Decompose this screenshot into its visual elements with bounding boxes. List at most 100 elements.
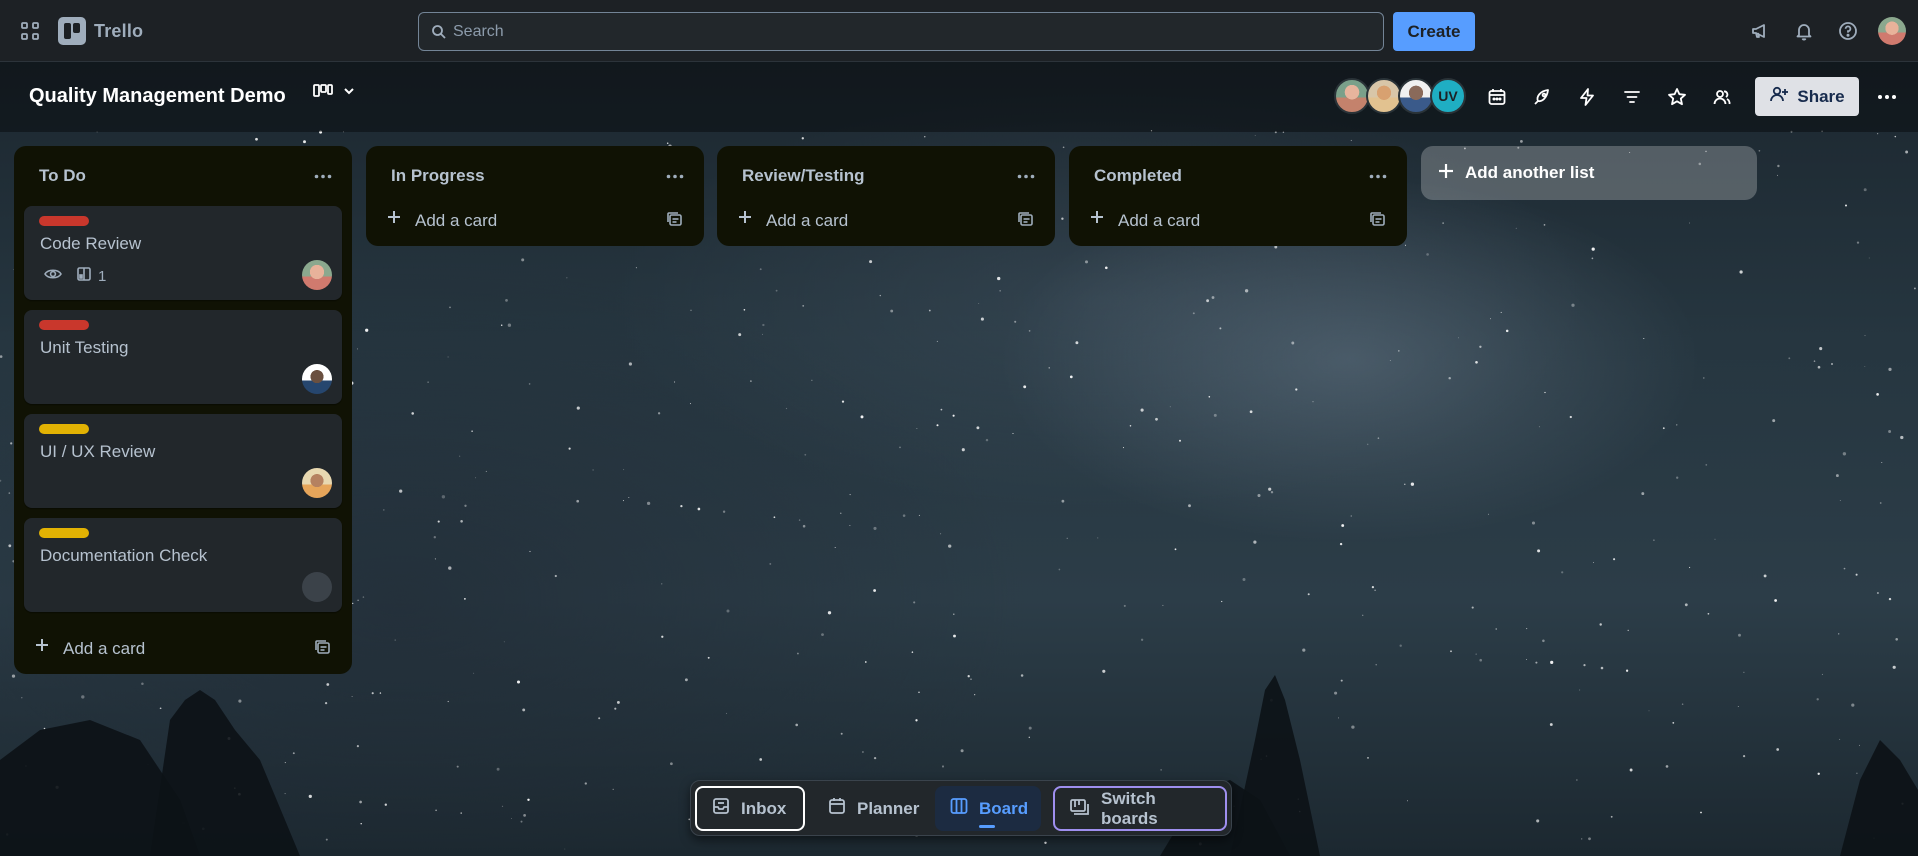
add-card-button[interactable]: Add a card — [717, 194, 1055, 246]
star-icon[interactable] — [1660, 80, 1693, 113]
add-card-label: Add a card — [415, 211, 498, 230]
card-member-avatar[interactable] — [302, 468, 332, 498]
member-avatar-initials[interactable]: UV — [1430, 78, 1466, 114]
planner-label: Planner — [857, 798, 920, 818]
badge-count: 1 — [98, 267, 107, 285]
add-list-label: Add another list — [1465, 163, 1595, 182]
card-template-icon[interactable] — [666, 210, 684, 233]
member-avatar[interactable] — [1334, 78, 1370, 114]
card-member-avatar[interactable] — [302, 364, 332, 394]
list-review-testing: Review/Testing Add a card — [717, 146, 1055, 246]
eye-icon — [44, 267, 62, 285]
card-title: Documentation Check — [40, 546, 208, 565]
chevron-down-icon — [342, 84, 356, 103]
member-avatar[interactable] — [1398, 78, 1434, 114]
switch-boards-icon — [1069, 796, 1091, 821]
card-code-review[interactable]: Code Review 1 — [24, 206, 342, 300]
card-title: Code Review — [40, 234, 142, 253]
add-card-label: Add a card — [766, 211, 849, 230]
member-avatar[interactable] — [1366, 78, 1402, 114]
add-list-button[interactable]: Add another list — [1421, 146, 1757, 200]
switch-boards-label: Switch boards — [1101, 788, 1158, 828]
card-label-red[interactable] — [39, 320, 89, 330]
calendar-icon — [827, 796, 847, 821]
view-switcher-bar: Inbox Planner Board Switch boards — [690, 780, 1232, 836]
list-title[interactable]: Review/Testing — [742, 166, 865, 186]
list-completed: Completed Add a card — [1069, 146, 1407, 246]
card-ui-ux-review[interactable]: UI / UX Review — [24, 414, 342, 508]
search-input[interactable] — [453, 22, 1383, 41]
power-ups-icon[interactable] — [1525, 80, 1558, 113]
top-navigation-bar: Trello Create — [0, 0, 1918, 62]
card-member-avatar[interactable] — [302, 572, 332, 602]
list-title[interactable]: Completed — [1094, 166, 1182, 186]
list-title[interactable]: In Progress — [391, 166, 485, 186]
apps-grid-icon[interactable] — [14, 17, 46, 45]
visibility-icon[interactable] — [1705, 80, 1738, 113]
inbox-button[interactable]: Inbox — [695, 786, 805, 831]
list-in-progress: In Progress Add a card — [366, 146, 704, 246]
bell-icon[interactable] — [1788, 15, 1820, 47]
list-menu-icon[interactable] — [308, 162, 338, 190]
megaphone-icon[interactable] — [1744, 15, 1776, 47]
switch-boards-button[interactable]: Switch boards — [1053, 786, 1227, 831]
card-title: Unit Testing — [40, 338, 129, 357]
card-cover-icon — [76, 266, 92, 286]
board-members[interactable]: UV — [1334, 78, 1466, 114]
plus-icon — [737, 209, 753, 230]
inbox-icon — [711, 796, 731, 821]
plus-icon — [386, 209, 402, 230]
card-title: UI / UX Review — [40, 442, 156, 461]
card-label-yellow[interactable] — [39, 528, 89, 538]
list-to-do: To Do Code Review 1 Unit Testing UI / UX… — [14, 146, 352, 674]
list-title[interactable]: To Do — [39, 166, 86, 186]
search-bar[interactable] — [418, 12, 1384, 51]
share-label: Share — [1797, 86, 1845, 106]
add-card-label: Add a card — [1118, 211, 1201, 230]
list-header: To Do — [14, 146, 352, 206]
share-button[interactable]: Share — [1755, 77, 1859, 116]
card-template-icon[interactable] — [1017, 210, 1035, 233]
board-view-icon — [312, 82, 334, 105]
search-icon — [431, 24, 447, 45]
card-badges: 1 — [44, 266, 106, 286]
add-card-button[interactable]: Add a card — [1069, 194, 1407, 246]
list-menu-icon[interactable] — [1363, 162, 1393, 190]
plus-icon — [1089, 209, 1105, 230]
create-button[interactable]: Create — [1393, 12, 1475, 51]
plus-icon — [1437, 162, 1455, 185]
card-documentation-check[interactable]: Documentation Check — [24, 518, 342, 612]
list-menu-icon[interactable] — [1011, 162, 1041, 190]
card-template-icon[interactable] — [1369, 210, 1387, 233]
planner-button[interactable]: Planner — [813, 786, 928, 831]
app-name: Trello — [94, 20, 144, 41]
board-title[interactable]: Quality Management Demo — [29, 85, 286, 108]
board-label: Board — [979, 798, 1029, 818]
add-card-button[interactable]: Add a card — [366, 194, 704, 246]
list-menu-icon[interactable] — [660, 162, 690, 190]
add-card-label: Add a card — [63, 639, 146, 658]
card-label-yellow[interactable] — [39, 424, 89, 434]
card-member-avatar[interactable] — [302, 260, 332, 290]
inbox-label: Inbox — [741, 798, 787, 818]
board-header: Quality Management Demo UV Share — [0, 62, 1918, 132]
board-button[interactable]: Board — [935, 786, 1041, 831]
add-person-icon — [1769, 84, 1789, 109]
trello-logo-icon — [58, 17, 86, 45]
profile-avatar[interactable] — [1876, 15, 1908, 47]
card-label-red[interactable] — [39, 216, 89, 226]
trello-logo[interactable]: Trello — [58, 17, 143, 45]
card-template-icon[interactable] — [314, 638, 332, 661]
help-icon[interactable] — [1832, 15, 1864, 47]
active-indicator — [979, 825, 995, 828]
add-card-button[interactable]: Add a card — [14, 622, 352, 674]
filter-icon[interactable] — [1615, 80, 1648, 113]
card-unit-testing[interactable]: Unit Testing — [24, 310, 342, 404]
automation-icon[interactable] — [1570, 80, 1603, 113]
more-options-icon[interactable] — [1870, 80, 1904, 113]
calendar-icon[interactable] — [1480, 80, 1513, 113]
board-view-switcher[interactable] — [312, 82, 356, 105]
attachment-badge: 1 — [76, 266, 106, 286]
plus-icon — [34, 637, 50, 658]
board-icon — [949, 796, 969, 821]
